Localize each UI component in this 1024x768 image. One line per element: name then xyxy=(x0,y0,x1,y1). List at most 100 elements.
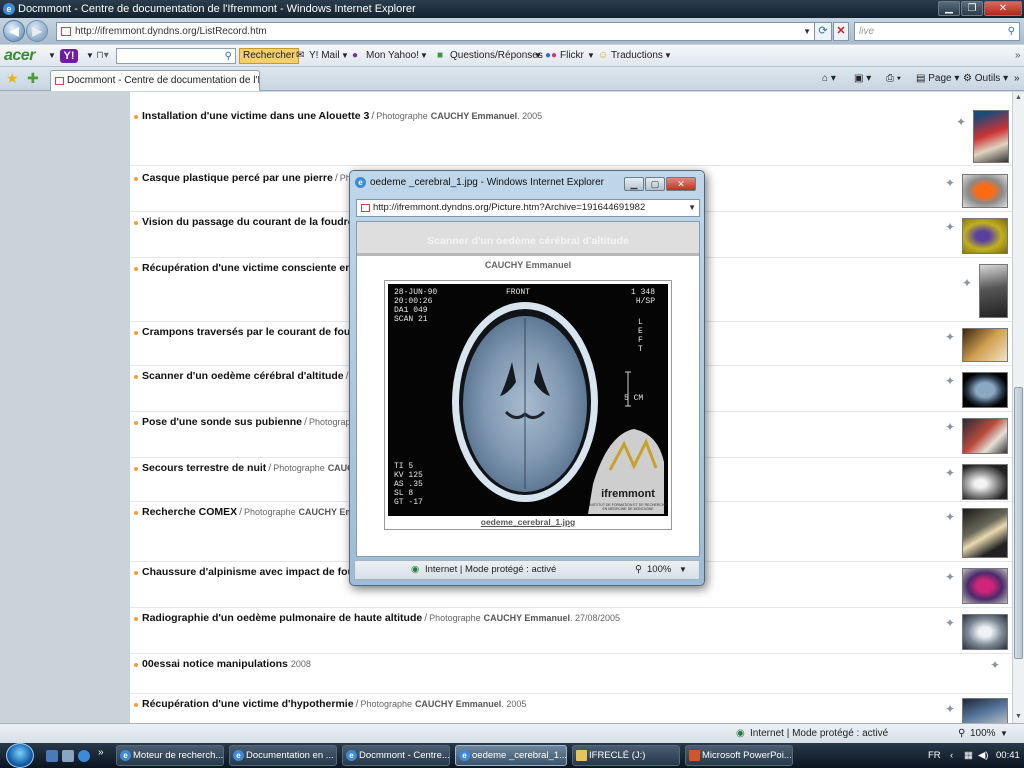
chevron-down-icon[interactable]: ▼ xyxy=(587,45,595,67)
thumbnail-image[interactable] xyxy=(973,110,1009,163)
close-button[interactable]: ✕ xyxy=(984,1,1022,16)
search-icon[interactable]: ⚲ xyxy=(1008,23,1015,40)
pushpin-icon[interactable]: ✦ xyxy=(990,658,1000,672)
tab-docmmont[interactable]: Docmmont - Centre de documentation de l'… xyxy=(50,70,260,91)
minimize-button[interactable]: ▁ xyxy=(624,177,644,191)
pencil-icon[interactable]: ⊓▾ xyxy=(96,45,109,67)
thumbnail-image[interactable] xyxy=(962,372,1008,408)
record-title[interactable]: Crampons traversés par le courant de fou… xyxy=(142,326,367,338)
list-item[interactable]: Installation d'une victime dans une Alou… xyxy=(130,106,1012,166)
search-input[interactable]: live ⚲ xyxy=(854,22,1020,41)
print-icon[interactable]: ⎙ ▾ xyxy=(886,67,901,91)
taskbar-item[interactable]: e Docmmont - Centre... xyxy=(342,745,450,766)
rechercher-button[interactable]: Rechercher xyxy=(239,48,299,64)
taskbar-item[interactable]: e Moteur de recherch... xyxy=(116,745,224,766)
flickr-link[interactable]: Flickr xyxy=(560,45,584,67)
vertical-scrollbar[interactable]: ▲ ▼ xyxy=(1012,92,1024,723)
popup-address-bar[interactable]: http://ifremmont.dyndns.org/Picture.htm?… xyxy=(356,199,700,217)
taskbar-item[interactable]: e Documentation en ... xyxy=(229,745,337,766)
pushpin-icon[interactable]: ✦ xyxy=(945,176,955,190)
close-button[interactable]: ✕ xyxy=(666,177,696,191)
favorites-star-icon[interactable]: ★ xyxy=(6,70,19,87)
popup-zoom[interactable]: 100% xyxy=(647,561,671,579)
record-title[interactable]: Pose d'une sonde sus pubienne xyxy=(142,416,302,428)
chevron-down-icon[interactable]: ▼ xyxy=(803,23,811,40)
record-title[interactable]: Radiographie d'un oedème pulmonaire de h… xyxy=(142,612,422,624)
pushpin-icon[interactable]: ✦ xyxy=(945,616,955,630)
record-title[interactable]: Installation d'une victime dans une Alou… xyxy=(142,110,369,122)
ymail-link[interactable]: Y! Mail xyxy=(309,45,340,67)
refresh-button[interactable]: ⟳ xyxy=(814,22,832,41)
toolbar-overflow-icon[interactable]: » xyxy=(1015,45,1021,67)
status-zone[interactable]: Internet | Mode protégé : activé xyxy=(750,724,888,743)
switch-windows-icon[interactable] xyxy=(62,750,74,762)
taskbar-item[interactable]: IFRECLÉ (J:) xyxy=(572,745,680,766)
mon-yahoo-icon[interactable]: ● xyxy=(352,45,358,67)
answers-icon[interactable]: ■ xyxy=(437,45,443,67)
pushpin-icon[interactable]: ✦ xyxy=(945,220,955,234)
tools-menu[interactable]: ⚙ Outils ▾ xyxy=(963,67,1008,91)
thumbnail-image[interactable] xyxy=(962,418,1008,454)
taskbar-item-active[interactable]: e oedeme _cerebral_1.... xyxy=(455,745,567,766)
record-title[interactable]: Scanner d'un oedème cérébral d'altitude xyxy=(142,370,344,382)
scroll-down-icon[interactable]: ▼ xyxy=(1013,711,1024,723)
pushpin-icon[interactable]: ✦ xyxy=(945,420,955,434)
thumbnail-image[interactable] xyxy=(979,264,1008,318)
ymail-icon[interactable]: ✉ xyxy=(296,45,304,67)
list-item[interactable]: Radiographie d'un oedème pulmonaire de h… xyxy=(130,608,1012,654)
thumbnail-image[interactable] xyxy=(962,464,1008,500)
list-item[interactable]: Récupération d'une victime d'hypothermie… xyxy=(130,694,1012,723)
translate-icon[interactable]: ☺ xyxy=(598,45,608,67)
chevron-left-icon[interactable]: ‹ xyxy=(950,745,953,766)
pushpin-icon[interactable]: ✦ xyxy=(945,702,955,716)
chevron-down-icon[interactable]: ▼ xyxy=(48,45,56,67)
traductions-link[interactable]: Traductions xyxy=(611,45,663,67)
record-title[interactable]: 00essai notice manipulations xyxy=(142,658,288,670)
pushpin-icon[interactable]: ✦ xyxy=(945,570,955,584)
record-title[interactable]: Récupération d'une victime consciente en… xyxy=(142,262,364,274)
thumbnail-image[interactable] xyxy=(962,568,1008,604)
stop-button[interactable]: ✕ xyxy=(833,22,849,41)
chevron-down-icon[interactable]: ▼ xyxy=(341,45,349,67)
thumbnail-image[interactable] xyxy=(962,698,1008,723)
thumbnail-image[interactable] xyxy=(962,614,1008,650)
toolbar-search-input[interactable]: ⚲ xyxy=(116,48,236,64)
thumbnail-image[interactable] xyxy=(962,328,1008,362)
address-bar[interactable]: http://ifremmont.dyndns.org/ListRecord.h… xyxy=(56,22,816,41)
chevron-down-icon[interactable]: ▼ xyxy=(1000,724,1008,743)
back-button[interactable]: ◀ xyxy=(3,20,25,42)
image-filename-link[interactable]: oedeme_cerebral_1.jpg xyxy=(385,517,671,527)
record-title[interactable]: Recherche COMEX xyxy=(142,506,237,518)
pushpin-icon[interactable]: ✦ xyxy=(945,466,955,480)
scroll-up-icon[interactable]: ▲ xyxy=(1013,92,1024,104)
chevron-down-icon[interactable]: ▼ xyxy=(688,200,696,216)
feeds-icon[interactable]: ▣ ▾ xyxy=(854,67,871,91)
clock[interactable]: 00:41 xyxy=(996,745,1020,766)
thumbnail-image[interactable] xyxy=(962,508,1008,558)
quicklaunch-overflow-icon[interactable]: » xyxy=(98,747,104,758)
chevron-down-icon[interactable]: ▼ xyxy=(420,45,428,67)
status-zoom[interactable]: 100% xyxy=(970,724,996,743)
popup-status-zone[interactable]: Internet | Mode protégé : activé xyxy=(425,561,556,579)
maximize-button[interactable]: ▢ xyxy=(645,177,665,191)
maximize-button[interactable]: ❐ xyxy=(961,1,983,16)
home-icon[interactable]: ⌂ ▾ xyxy=(822,67,836,91)
pushpin-icon[interactable]: ✦ xyxy=(962,276,972,290)
language-indicator[interactable]: FR xyxy=(928,745,941,766)
yahoo-icon[interactable]: Y! xyxy=(60,49,78,63)
record-title[interactable]: Chaussure d'alpinisme avec impact de fou… xyxy=(142,566,370,578)
pushpin-icon[interactable]: ✦ xyxy=(945,374,955,388)
chevron-down-icon[interactable]: ▼ xyxy=(679,561,687,579)
search-icon[interactable]: ⚲ xyxy=(225,46,232,68)
thumbnail-image[interactable] xyxy=(962,174,1008,208)
taskbar-item[interactable]: Microsoft PowerPoi... xyxy=(685,745,793,766)
chevron-down-icon[interactable]: ▼ xyxy=(86,45,94,67)
pushpin-icon[interactable]: ✦ xyxy=(956,115,966,129)
pushpin-icon[interactable]: ✦ xyxy=(945,330,955,344)
volume-icon[interactable]: ◀) xyxy=(978,745,988,766)
list-item[interactable]: 00essai notice manipulations 2008 ✦ xyxy=(130,654,1012,694)
pushpin-icon[interactable]: ✦ xyxy=(945,510,955,524)
chevron-down-icon[interactable]: ▼ xyxy=(534,45,542,67)
ie-quicklaunch-icon[interactable] xyxy=(78,750,90,762)
record-title[interactable]: Vision du passage du courant de la foudr… xyxy=(142,216,369,228)
